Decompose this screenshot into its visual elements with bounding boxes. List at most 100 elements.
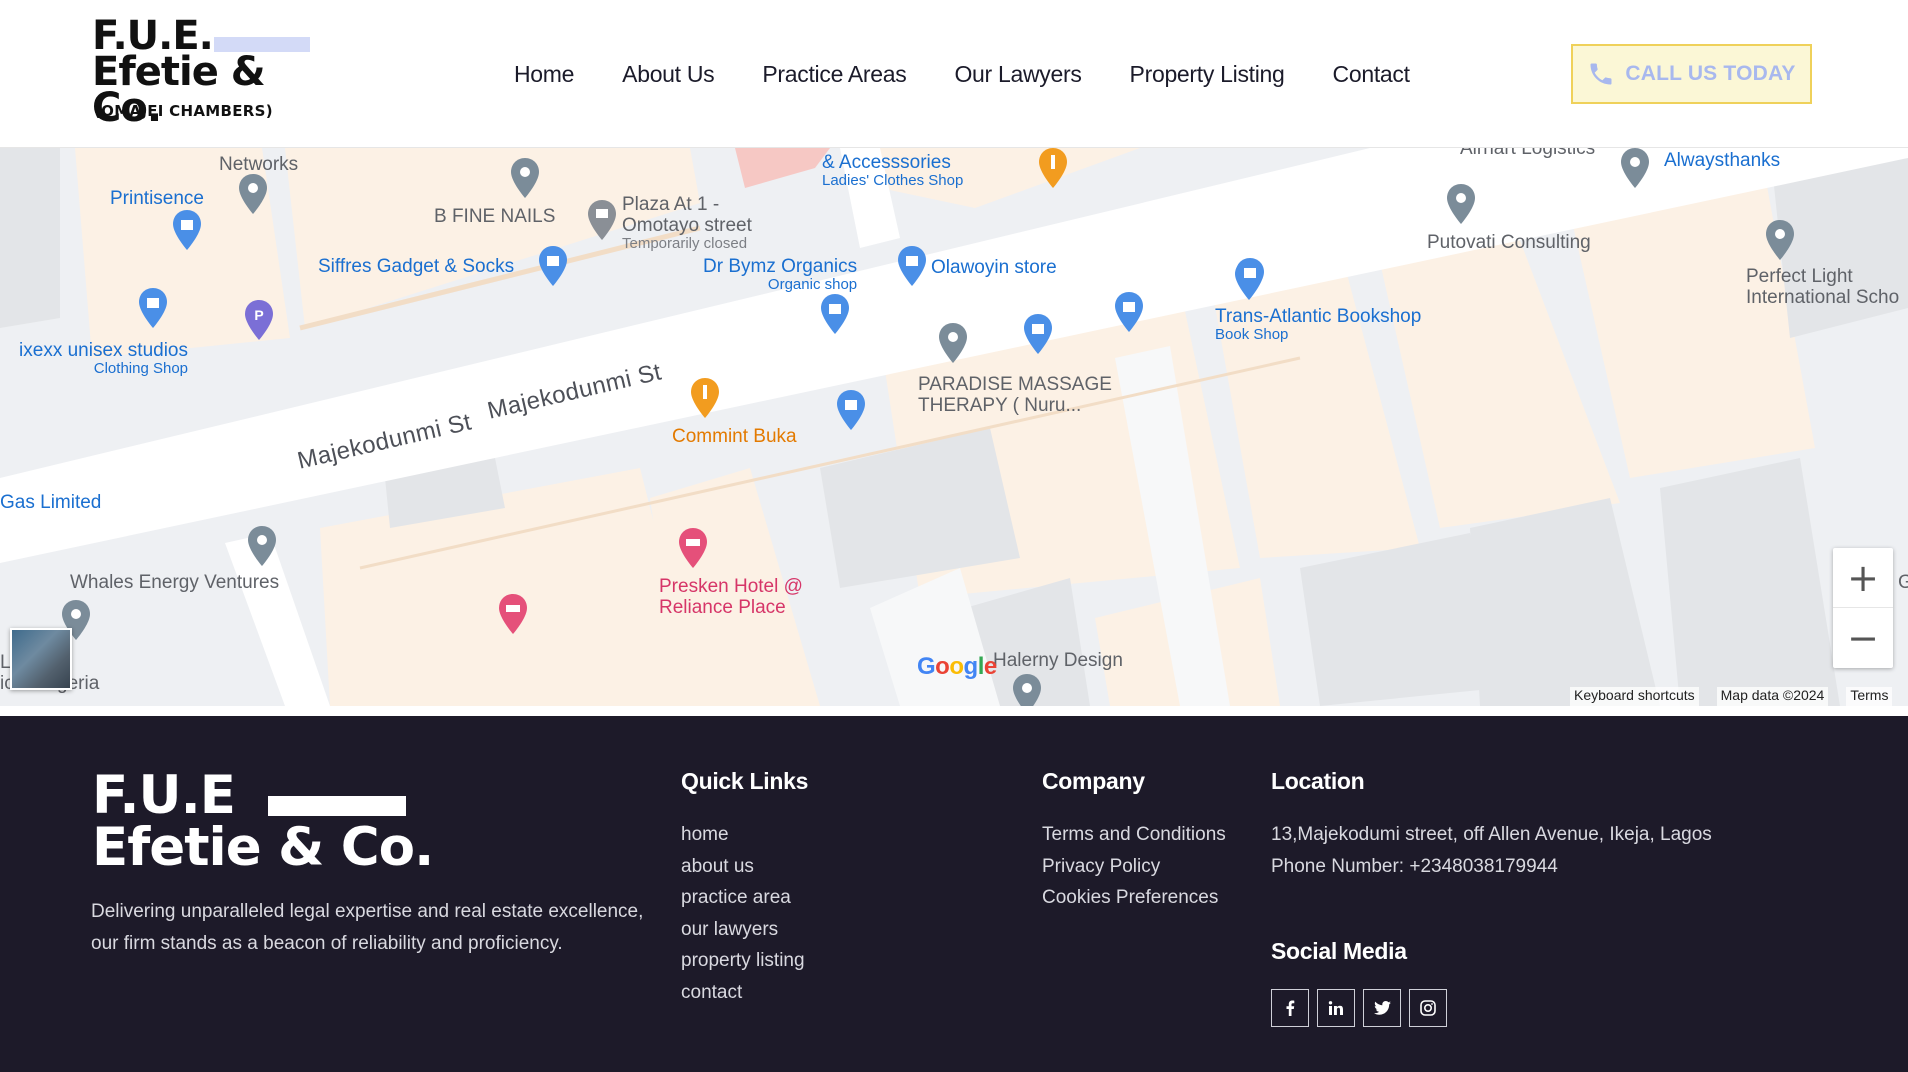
map-pin-icon[interactable]	[1765, 220, 1795, 260]
hotel-pin-icon[interactable]	[678, 528, 708, 568]
poi-label[interactable]: B FINE NAILS	[434, 206, 555, 227]
poi-label-line: Reliance Place	[659, 597, 786, 618]
address-block: 13,Majekodumi street, off Allen Avenue, …	[1271, 819, 1712, 882]
footer-link-practice-area[interactable]: practice area	[681, 882, 808, 914]
street-view-thumbnail[interactable]	[10, 628, 72, 690]
poi-label[interactable]: Siffres Gadget & Socks	[318, 256, 514, 277]
zoom-in-button[interactable]: +	[1833, 548, 1893, 608]
call-us-button[interactable]: CALL US TODAY	[1571, 44, 1812, 104]
footer-link-cookies[interactable]: Cookies Preferences	[1042, 882, 1226, 914]
company-heading: Company	[1042, 768, 1145, 794]
nav-about-us[interactable]: About Us	[598, 56, 738, 92]
shopping-pin-icon[interactable]	[897, 246, 927, 286]
footer-link-about-us[interactable]: about us	[681, 851, 808, 883]
poi-label-line: PARADISE MASSAGE	[918, 374, 1112, 395]
logo-subtitle: (OMAJEI CHAMBERS)	[94, 102, 273, 120]
map-terms-link[interactable]: Terms	[1846, 687, 1893, 706]
footer-link-contact[interactable]: contact	[681, 977, 808, 1009]
map-base-layer	[0, 148, 1908, 706]
address-text: 13,Majekodumi street, off Allen Avenue, …	[1271, 824, 1712, 845]
poi-label[interactable]: Halerny Design	[993, 650, 1123, 671]
footer-logo-line-1: F.U.E	[92, 765, 236, 826]
nav-contact[interactable]: Contact	[1309, 56, 1434, 92]
google-logo-letter: e	[983, 653, 997, 680]
facebook-icon[interactable]	[1271, 989, 1309, 1027]
poi-label[interactable]: Printisence	[110, 188, 204, 209]
map-pin-icon[interactable]	[938, 323, 968, 363]
footer-link-privacy[interactable]: Privacy Policy	[1042, 851, 1226, 883]
poi-label[interactable]: Perfect Light International Scho	[1746, 266, 1899, 308]
nav-practice-areas[interactable]: Practice Areas	[738, 56, 930, 92]
poi-label[interactable]: PARADISE MASSAGE THERAPY ( Nuru...	[918, 374, 1112, 416]
shopping-pin-icon[interactable]	[538, 246, 568, 286]
map-pin-icon[interactable]	[1446, 184, 1476, 224]
keyboard-shortcuts-link[interactable]: Keyboard shortcuts	[1570, 687, 1699, 706]
poi-label[interactable]: Alwaysthanks	[1664, 150, 1780, 171]
phone-text[interactable]: Phone Number: +2348038179944	[1271, 851, 1712, 883]
site-header: F.U.E. Efetie & Co. (OMAJEI CHAMBERS) Ho…	[0, 0, 1908, 148]
poi-label[interactable]: Presken Hotel @ Reliance Place	[659, 576, 803, 618]
footer-link-our-lawyers[interactable]: our lawyers	[681, 914, 808, 946]
poi-label[interactable]: Whales Energy Ventures	[70, 572, 279, 593]
footer-link-terms[interactable]: Terms and Conditions	[1042, 819, 1226, 851]
hotel-pin-icon[interactable]	[498, 594, 528, 634]
instagram-icon[interactable]	[1409, 989, 1447, 1027]
location-heading: Location	[1271, 768, 1365, 794]
poi-label[interactable]: Trans-Atlantic Bookshop Book Shop	[1215, 306, 1421, 343]
poi-label[interactable]: Olawoyin store	[931, 257, 1057, 278]
quick-links-heading: Quick Links	[681, 768, 809, 794]
map-pin-icon[interactable]	[247, 526, 277, 566]
shopping-pin-icon[interactable]	[138, 288, 168, 328]
restaurant-pin-icon[interactable]	[690, 378, 720, 418]
parking-pin-icon[interactable]: P	[244, 300, 274, 340]
map-attribution: Keyboard shortcuts Map data ©2024 Terms	[1570, 687, 1893, 706]
zoom-out-button[interactable]: −	[1833, 608, 1893, 668]
poi-label-line: & Accesssories	[822, 152, 951, 173]
location-column: Location 13,Majekodumi street, off Allen…	[1271, 768, 1712, 882]
shopping-pin-icon[interactable]	[172, 210, 202, 250]
poi-label-line: Perfect Light	[1746, 266, 1853, 287]
map-pin-icon[interactable]	[1620, 148, 1650, 188]
poi-category: Organic shop	[767, 276, 858, 293]
shopping-pin-icon[interactable]	[1114, 292, 1144, 332]
shopping-pin-icon[interactable]	[1023, 314, 1053, 354]
shopping-pin-icon[interactable]	[1235, 258, 1265, 298]
restaurant-pin-icon[interactable]	[1038, 148, 1068, 188]
linkedin-icon[interactable]	[1317, 989, 1355, 1027]
zoom-control: + −	[1833, 548, 1893, 668]
map-pin-icon[interactable]	[510, 158, 540, 198]
poi-label[interactable]: G	[1898, 572, 1908, 593]
google-logo-letter: o	[949, 653, 964, 680]
footer-logo[interactable]: F.U.E Efetie & Co.	[92, 765, 452, 880]
poi-label[interactable]: Networks	[219, 154, 298, 175]
poi-label[interactable]: & Accesssories Ladies' Clothes Shop	[822, 152, 963, 189]
footer-link-home[interactable]: home	[681, 819, 808, 851]
map-pin-icon[interactable]	[238, 174, 268, 214]
quick-links-column: Quick Links home about us practice area …	[681, 768, 808, 1008]
call-us-label: CALL US TODAY	[1625, 62, 1796, 85]
poi-category: Ladies' Clothes Shop	[822, 172, 964, 189]
google-logo: Google	[917, 653, 997, 681]
poi-label[interactable]: Putovati Consulting	[1427, 232, 1591, 253]
twitter-icon[interactable]	[1363, 989, 1401, 1027]
poi-label[interactable]: Airnart Logistics	[1460, 148, 1595, 159]
nav-home[interactable]: Home	[490, 56, 598, 92]
poi-label[interactable]: Gas Limited	[0, 492, 101, 513]
poi-label[interactable]: Dr Bymz Organics Organic shop	[703, 256, 857, 293]
poi-category: Clothing Shop	[93, 360, 188, 377]
poi-label-line: ixexx unisex studios	[19, 340, 188, 361]
nav-our-lawyers[interactable]: Our Lawyers	[930, 56, 1105, 92]
company-column: Company Terms and Conditions Privacy Pol…	[1042, 768, 1226, 914]
shopping-pin-icon[interactable]	[820, 294, 850, 334]
poi-label[interactable]: ixexx unisex studios Clothing Shop	[0, 340, 188, 377]
brand-logo[interactable]: F.U.E. Efetie & Co. (OMAJEI CHAMBERS)	[92, 16, 332, 128]
poi-status: Temporarily closed	[622, 235, 748, 252]
shopping-pin-icon[interactable]	[836, 390, 866, 430]
map-pin-icon[interactable]	[1012, 674, 1042, 706]
nav-property-listing[interactable]: Property Listing	[1106, 56, 1309, 92]
footer-link-property-listing[interactable]: property listing	[681, 945, 808, 977]
location-map[interactable]: Majekodunmi St Majekodunmi St Er P Netwo…	[0, 148, 1908, 706]
map-pin-icon[interactable]	[587, 200, 617, 240]
poi-label[interactable]: Commint Buka	[672, 426, 797, 447]
poi-label[interactable]: Plaza At 1 - Omotayo street Temporarily …	[622, 194, 752, 252]
